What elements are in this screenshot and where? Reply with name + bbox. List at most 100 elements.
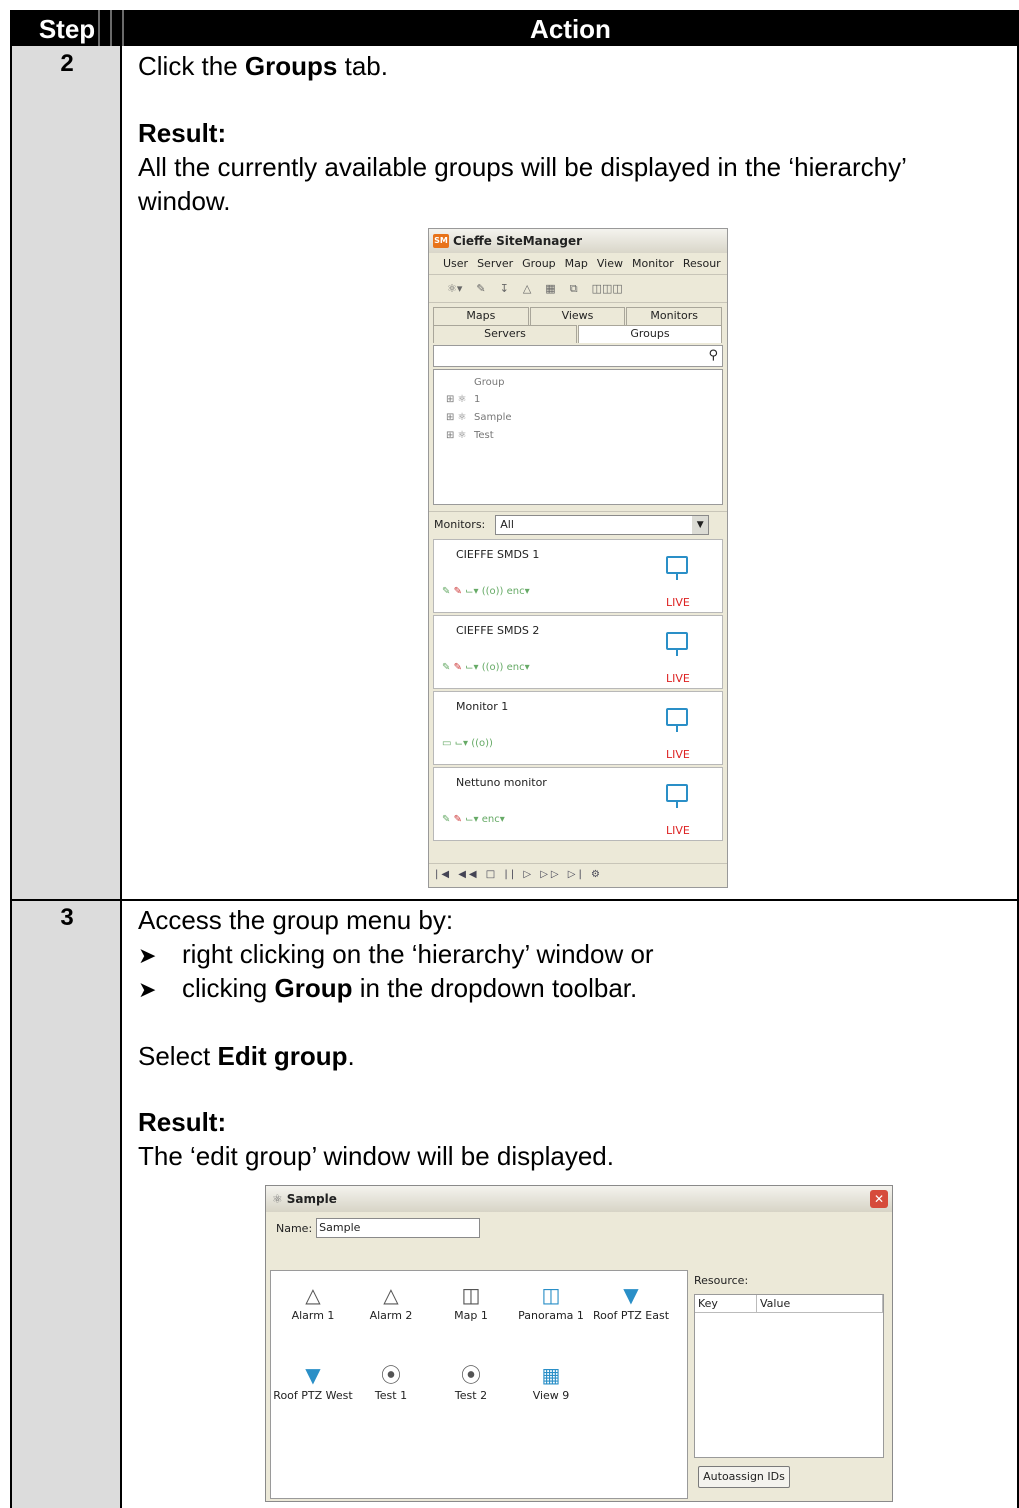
step-number: 3: [60, 904, 74, 931]
monitor-controls[interactable]: ✎ ✎ ⌙▾ ((o)) enc▾: [442, 586, 530, 597]
menu-bar: User Server Group Map View Monitor Resou…: [429, 253, 727, 275]
arrow-bullet-icon: ➤: [138, 977, 157, 1002]
playback-controls[interactable]: |◀ ◀◀ □ || ▷ ▷▷ ▷| ⚙: [429, 863, 727, 887]
row-divider: [12, 899, 1017, 901]
header-step: Step: [38, 14, 96, 44]
resource-item[interactable]: △ Alarm 1: [273, 1281, 353, 1322]
tab-servers[interactable]: Servers: [433, 325, 577, 343]
column-value[interactable]: Value: [757, 1295, 883, 1312]
menu-item-resource[interactable]: Resour: [683, 257, 721, 270]
result-text: window.: [138, 186, 231, 216]
result-text: All the currently available groups will …: [138, 152, 907, 182]
tab-groups[interactable]: Groups: [578, 325, 722, 343]
expand-icon[interactable]: ⊞ ⚛: [446, 391, 474, 408]
hierarchy-tree: ⊞ ⚛Group 1 ⊞ ⚛ Sample ⊞ ⚛ Test: [433, 369, 723, 505]
resource-item[interactable]: ◫ Panorama 1: [511, 1281, 591, 1322]
monitor-controls[interactable]: ✎ ✎ ⌙▾ ((o)) enc▾: [442, 662, 530, 673]
tab-row-bottom: Servers Groups: [429, 325, 727, 343]
dialog-title-bar: ⚛ Sample ✕: [266, 1186, 892, 1212]
bell-tool-icon[interactable]: △: [523, 282, 531, 295]
switch-icon: ⦿: [381, 1363, 401, 1387]
app-logo-icon: SM: [433, 234, 449, 248]
grid-tool-icon[interactable]: ▦: [545, 282, 555, 295]
menu-item-user[interactable]: User: [443, 257, 468, 270]
tab-monitors[interactable]: Monitors: [626, 307, 723, 325]
resource-item[interactable]: △ Alarm 2: [351, 1281, 431, 1322]
monitor-item[interactable]: CIEFFE SMDS 2 ✎ ✎ ⌙▾ ((o)) enc▾ LIVE: [433, 615, 723, 689]
group-tool-icon[interactable]: ⚛▾: [447, 282, 462, 295]
search-input[interactable]: ⚲: [433, 345, 723, 367]
instruction-text: Access the group menu by:: [138, 905, 454, 935]
panorama-icon: ◫: [541, 1283, 561, 1307]
monitor-controls[interactable]: ✎ ✎ ⌙▾ enc▾: [442, 814, 505, 825]
monitor-icon: [666, 708, 688, 732]
ptz-camera-icon: ▼: [305, 1363, 321, 1387]
live-badge: LIVE: [666, 748, 690, 761]
column-key[interactable]: Key: [695, 1295, 757, 1312]
chevron-down-icon[interactable]: ▼: [692, 515, 709, 534]
ptz-camera-icon: ▼: [623, 1283, 639, 1307]
toolbar: ⚛▾ ✎ ↧ △ ▦ ⧉ ◫◫◫: [429, 275, 727, 303]
autoassign-ids-button[interactable]: Autoassign IDs: [698, 1466, 790, 1488]
name-field[interactable]: Sample: [316, 1218, 481, 1238]
bell-icon: △: [305, 1283, 321, 1307]
layout-tool-icon[interactable]: ◫◫◫: [592, 282, 623, 295]
view-icon: ▦: [541, 1363, 561, 1387]
tab-maps[interactable]: Maps: [433, 307, 529, 325]
resource-item[interactable]: ▦ View 9: [511, 1361, 591, 1402]
resource-item[interactable]: ▼ Roof PTZ East: [591, 1281, 671, 1322]
live-badge: LIVE: [666, 672, 690, 685]
resource-grid: △ Alarm 1 △ Alarm 2 ◫ Map 1 ◫ Panorama 1 ▼ Ro…: [270, 1270, 688, 1499]
monitor-item[interactable]: Nettuno monitor ✎ ✎ ⌙▾ enc▾ LIVE: [433, 767, 723, 841]
header-action: Action: [530, 14, 611, 44]
map-icon: ◫: [461, 1283, 481, 1307]
resource-label: Resource:: [694, 1274, 749, 1287]
result-text: The ‘edit group’ window will be displaye…: [138, 1141, 614, 1171]
menu-item-server[interactable]: Server: [477, 257, 513, 270]
resource-item[interactable]: ⦿ Test 2: [431, 1361, 511, 1402]
header-divider: [110, 10, 112, 46]
menu-item-view[interactable]: View: [597, 257, 623, 270]
expand-icon[interactable]: ⊞ ⚛: [446, 409, 474, 426]
menu-item-map[interactable]: Map: [565, 257, 588, 270]
copy-tool-icon[interactable]: ⧉: [570, 282, 578, 296]
search-icon[interactable]: ⚲: [708, 348, 718, 363]
dialog-title: Sample: [286, 1192, 337, 1206]
tree-item[interactable]: ⊞ ⚛ Test: [446, 426, 722, 444]
name-row: Name: Sample: [266, 1212, 892, 1244]
monitor-icon: [666, 632, 688, 656]
switch-icon: ⦿: [461, 1363, 481, 1387]
tab-views[interactable]: Views: [529, 307, 626, 325]
resource-item[interactable]: ◫ Map 1: [431, 1281, 511, 1322]
window-title: Cieffe SiteManager: [453, 234, 583, 248]
edit-tool-icon[interactable]: ✎: [476, 282, 485, 295]
monitor-item[interactable]: CIEFFE SMDS 1 ✎ ✎ ⌙▾ ((o)) enc▾ LIVE: [433, 539, 723, 613]
result-label: Result:: [138, 118, 227, 148]
bullet-item: ➤ right clicking on the ‘hierarchy’ windo…: [138, 937, 654, 973]
monitors-select[interactable]: All ▼: [495, 514, 710, 535]
resource-item[interactable]: ⦿ Test 1: [351, 1361, 431, 1402]
menu-item-monitor[interactable]: Monitor: [632, 257, 674, 270]
arrow-bullet-icon: ➤: [138, 943, 157, 968]
sitemanager-screenshot: SM Cieffe SiteManager User Server Group …: [428, 228, 728, 888]
tree-item[interactable]: ⊞ ⚛ Sample: [446, 408, 722, 426]
edit-group-dialog: ⚛ Sample ✕ Name: Sample △ Alarm 1 △ Alarm …: [265, 1185, 893, 1502]
instruction-text: Click the Groups tab.: [138, 51, 388, 81]
close-icon[interactable]: ✕: [870, 1190, 888, 1208]
live-badge: LIVE: [666, 596, 690, 609]
step-column: [12, 46, 122, 1508]
resource-item[interactable]: ▼ Roof PTZ West: [273, 1361, 353, 1402]
monitors-filter: Monitors: All ▼: [429, 511, 727, 537]
instruction-text: Select Edit group.: [138, 1041, 355, 1071]
bell-icon: △: [383, 1283, 399, 1307]
pin-tool-icon[interactable]: ↧: [500, 282, 509, 295]
result-label: Result:: [138, 1107, 227, 1137]
live-badge: LIVE: [666, 824, 690, 837]
expand-icon[interactable]: ⊞ ⚛: [446, 427, 474, 444]
monitor-controls[interactable]: ▭ ⌙▾ ((o)): [442, 738, 493, 749]
monitor-item[interactable]: Monitor 1 ▭ ⌙▾ ((o)) LIVE: [433, 691, 723, 765]
monitor-icon: [666, 784, 688, 808]
monitors-label: Monitors:: [434, 518, 486, 531]
menu-item-group[interactable]: Group: [522, 257, 556, 270]
tree-item[interactable]: ⊞ ⚛Group 1: [446, 374, 722, 408]
